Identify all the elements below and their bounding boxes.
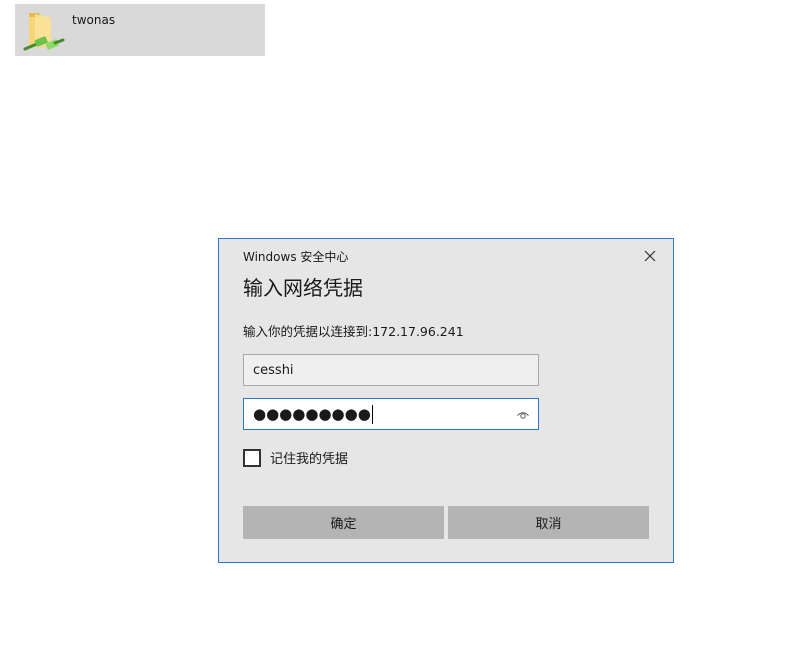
desktop-stage: twonas Windows 安全中心 输入网络凭据 输入你的凭据以连接到:17… <box>0 0 793 645</box>
remember-checkbox[interactable] <box>243 448 261 467</box>
reveal-password-icon <box>517 412 529 419</box>
username-value: cesshi <box>253 362 294 378</box>
text-caret <box>371 404 373 424</box>
folder-label: twonas <box>72 13 116 27</box>
password-input[interactable]: ●●●●●●●●● <box>243 398 539 430</box>
cancel-button[interactable]: 取消 <box>448 506 649 539</box>
remember-credentials-option[interactable]: 记住我的凭据 <box>243 448 348 467</box>
ok-button[interactable]: 确定 <box>243 506 444 539</box>
dialog-caption: Windows 安全中心 <box>243 250 349 264</box>
dialog-subtitle: 输入你的凭据以连接到:172.17.96.241 <box>243 324 464 339</box>
network-folder-icon <box>21 7 67 53</box>
credentials-dialog: Windows 安全中心 输入网络凭据 输入你的凭据以连接到:172.17.96… <box>218 238 674 563</box>
password-masked-value: ●●●●●●●●● <box>253 404 371 423</box>
username-input[interactable]: cesshi <box>243 354 539 386</box>
remember-label: 记住我的凭据 <box>270 452 349 467</box>
reveal-password-button[interactable] <box>516 408 530 422</box>
close-icon <box>644 250 656 262</box>
close-button[interactable] <box>639 245 661 267</box>
dialog-title: 输入网络凭据 <box>243 276 363 300</box>
folder-item-twonas[interactable]: twonas <box>15 4 265 56</box>
